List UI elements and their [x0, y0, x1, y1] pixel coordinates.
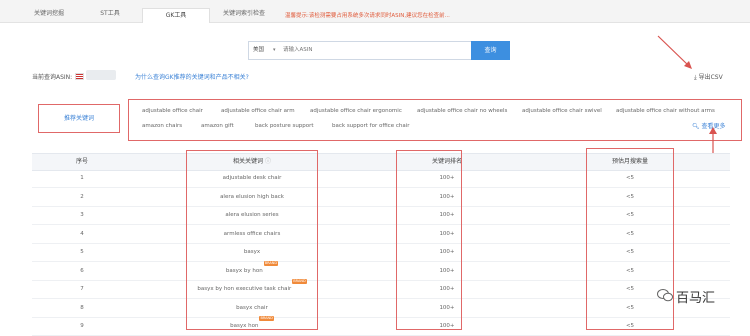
- keyword-tag[interactable]: adjustable office chair arm: [221, 108, 295, 114]
- cell-index: 1: [32, 170, 132, 187]
- cell-index-text: 5: [80, 249, 84, 255]
- keyword-tag[interactable]: adjustable office chair: [142, 108, 203, 114]
- cell-index: 5: [32, 244, 132, 261]
- recommend-keywords-box: adjustable office chair adjustable offic…: [128, 99, 742, 141]
- watermark-text: 百马汇: [676, 291, 716, 306]
- tab-keyword-mining[interactable]: 关键词挖掘: [18, 6, 80, 22]
- asin-label: 当前查询ASIN:: [32, 74, 73, 81]
- export-csv-button[interactable]: ⤓ 导出CSV: [694, 72, 723, 82]
- keyword-tag[interactable]: adjustable office chair swivel: [522, 108, 602, 114]
- tab-gk-tool[interactable]: GK工具: [142, 8, 210, 23]
- wechat-logo-icon: [657, 289, 673, 302]
- search-bar: 美国 ▾ 查询: [248, 41, 510, 60]
- tab-bar: 关键词挖掘 ST工具 GK工具 关键词索引检查 温馨提示:该检测需要占用系统多次…: [0, 0, 750, 23]
- cell-index: 9: [32, 318, 132, 335]
- annotation-arrow-export: [657, 35, 692, 69]
- annotation-box-volume: [586, 148, 674, 330]
- cell-index-text: 9: [80, 323, 84, 329]
- keyword-tag[interactable]: adjustable office chair ergonomic: [310, 108, 402, 114]
- asin-help-link[interactable]: 为什么查询GK推荐的关键词和产品不相关?: [135, 72, 249, 81]
- header-index: 序号: [75, 158, 88, 165]
- us-flag-icon: [75, 73, 84, 80]
- asin-value-redacted: [86, 70, 116, 80]
- keyword-tag[interactable]: amazon chairs: [142, 123, 182, 129]
- tabs-note: 温馨提示:该检测需要占用系统多次请求同时ASIN,建议您在检查前...: [285, 13, 450, 19]
- cell-index-text: 7: [80, 286, 84, 292]
- cell-index: 8: [32, 300, 132, 317]
- cell-index-text: 1: [80, 175, 84, 181]
- cell-index-text: 2: [80, 193, 84, 200]
- cell-index: 3: [32, 207, 132, 224]
- download-icon: ⤓: [694, 74, 697, 81]
- cell-index: 2: [32, 189, 132, 206]
- recommend-label: 推荐关键词: [63, 115, 94, 122]
- cell-index-text: 3: [80, 212, 84, 218]
- keyword-tag[interactable]: amazon gift: [201, 123, 234, 129]
- tab-index-check[interactable]: 关键词索引检查: [212, 6, 276, 22]
- search-input[interactable]: [283, 46, 423, 55]
- cell-index-text: 8: [80, 304, 84, 311]
- search-icon: 🔍︎: [692, 123, 700, 130]
- cell-index: 6: [32, 263, 132, 280]
- keyword-tag[interactable]: adjustable office chair no wheels: [417, 108, 507, 114]
- cell-index-text: 4: [80, 230, 84, 237]
- marketplace-select[interactable]: 美国: [253, 42, 264, 59]
- annotation-box-rank: [396, 150, 462, 330]
- keyword-tag[interactable]: adjustable office chair without arms: [616, 108, 715, 114]
- chevron-down-icon: ▾: [273, 47, 276, 53]
- cell-index: 7: [32, 281, 132, 298]
- cell-index: 4: [32, 226, 132, 243]
- tab-st-tool[interactable]: ST工具: [84, 6, 136, 22]
- search-button[interactable]: 查询: [471, 41, 510, 60]
- keyword-tag[interactable]: back support for office chair: [332, 123, 410, 129]
- keyword-tag[interactable]: back posture support: [255, 123, 314, 129]
- cell-index-text: 6: [80, 267, 84, 274]
- export-csv-label: 导出CSV: [698, 74, 723, 81]
- recommend-label-box: 推荐关键词: [38, 104, 120, 133]
- annotation-box-keyword: [186, 150, 318, 330]
